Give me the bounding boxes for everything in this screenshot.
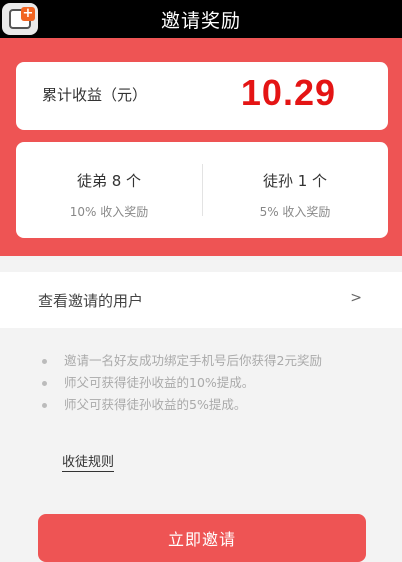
page-title: 邀请奖励 (160, 9, 241, 32)
grand-apprentice-stat: 徒孙 1 个 5% 收入奖励 (202, 142, 388, 238)
stats-card: 徒弟 8 个 10% 收入奖励 徒孙 1 个 5% 收入奖励 (16, 142, 388, 238)
app-icon-button[interactable]: + (2, 3, 38, 35)
grand-apprentice-reward: 5% 收入奖励 (259, 205, 331, 219)
rule-item: 师父可获得徒孙收益的5%提成。 (40, 396, 370, 414)
apprentice-reward: 10% 收入奖励 (69, 205, 149, 219)
earnings-value: 10.29 (240, 72, 336, 113)
rule-item: 邀请一名好友成功绑定手机号后你获得2元奖励 (40, 352, 370, 370)
view-invited-users-row[interactable]: 查看邀请的用户 > (0, 272, 402, 328)
rules-link[interactable]: 收徒规则 (62, 451, 115, 472)
rule-item: 师父可获得徒孙收益的10%提成。 (40, 374, 370, 392)
earnings-label: 累计收益（元） (42, 86, 148, 104)
rules-list: 邀请一名好友成功绑定手机号后你获得2元奖励 师父可获得徒孙收益的10%提成。 师… (40, 352, 370, 418)
title-bar: + 邀请奖励 (0, 0, 402, 38)
grand-apprentice-count: 徒孙 1 个 (262, 172, 328, 190)
apprentice-count: 徒弟 8 个 (76, 172, 142, 190)
view-invited-users-label: 查看邀请的用户 (38, 292, 144, 310)
earnings-card: 累计收益（元） 10.29 (16, 62, 388, 130)
plus-icon: + (21, 6, 35, 21)
chevron-right-icon: > (350, 290, 362, 306)
invite-now-button[interactable]: 立即邀请 (38, 514, 366, 562)
apprentice-stat: 徒弟 8 个 10% 收入奖励 (16, 142, 202, 238)
